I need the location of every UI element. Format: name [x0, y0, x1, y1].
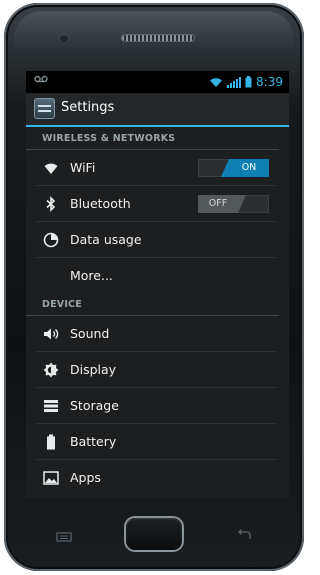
- back-key-icon[interactable]: [236, 526, 252, 539]
- wifi-signal-icon: [209, 73, 223, 92]
- phone-highlight: [14, 11, 294, 51]
- clock: 8:39: [256, 75, 283, 89]
- settings-item-storage[interactable]: Storage: [36, 388, 277, 424]
- home-button[interactable]: [126, 518, 182, 550]
- wifi-icon: [42, 159, 60, 177]
- action-bar: Settings: [26, 93, 289, 127]
- settings-item-apps[interactable]: Apps: [36, 460, 277, 495]
- settings-item-wifi[interactable]: WiFi ON: [36, 150, 277, 186]
- settings-item-battery[interactable]: Battery: [36, 424, 277, 460]
- menu-key-icon[interactable]: [56, 527, 72, 542]
- settings-item-display[interactable]: Display: [36, 352, 277, 388]
- section-header-wireless: WIRELESS & NETWORKS: [26, 127, 279, 150]
- speaker-icon: [42, 325, 60, 343]
- battery-icon: [245, 73, 252, 92]
- settings-item-data-usage[interactable]: Data usage: [36, 222, 277, 258]
- voicemail-icon: [34, 74, 48, 87]
- toggle-state: ON: [221, 159, 269, 177]
- settings-item-label: Storage: [70, 398, 119, 413]
- earpiece-speaker: [122, 35, 194, 41]
- storage-icon: [42, 397, 60, 415]
- front-camera: [60, 35, 68, 43]
- settings-list: WIRELESS & NETWORKS WiFi ON Bluetooth OF…: [26, 127, 289, 495]
- settings-app-icon[interactable]: [34, 98, 55, 119]
- section-header-device: DEVICE: [26, 293, 279, 316]
- settings-item-label: Sound: [70, 326, 110, 341]
- settings-item-more[interactable]: More...: [36, 258, 277, 293]
- wifi-toggle[interactable]: ON: [198, 159, 269, 177]
- apps-icon: [42, 469, 60, 487]
- settings-item-label: Battery: [70, 434, 117, 449]
- settings-item-sound[interactable]: Sound: [36, 316, 277, 352]
- settings-item-label: WiFi: [70, 160, 96, 175]
- status-icons: 8:39: [209, 73, 283, 91]
- settings-item-label: More...: [70, 268, 113, 283]
- settings-item-label: Display: [70, 362, 117, 377]
- bluetooth-icon: [42, 195, 60, 213]
- page-title: Settings: [61, 100, 115, 115]
- bluetooth-toggle[interactable]: OFF: [198, 195, 269, 213]
- brightness-icon: [42, 361, 60, 379]
- status-bar: 8:39: [26, 71, 289, 93]
- settings-item-label: Data usage: [70, 232, 142, 247]
- screen: 8:39 Settings WIRELESS & NETWORKS WiFi O…: [26, 71, 289, 498]
- data-usage-icon: [42, 231, 60, 249]
- settings-item-bluetooth[interactable]: Bluetooth OFF: [36, 186, 277, 222]
- toggle-state: OFF: [198, 195, 246, 213]
- settings-item-label: Apps: [70, 470, 101, 485]
- settings-item-label: Bluetooth: [70, 196, 131, 211]
- battery-icon: [42, 433, 60, 451]
- cell-signal-icon: [227, 76, 242, 88]
